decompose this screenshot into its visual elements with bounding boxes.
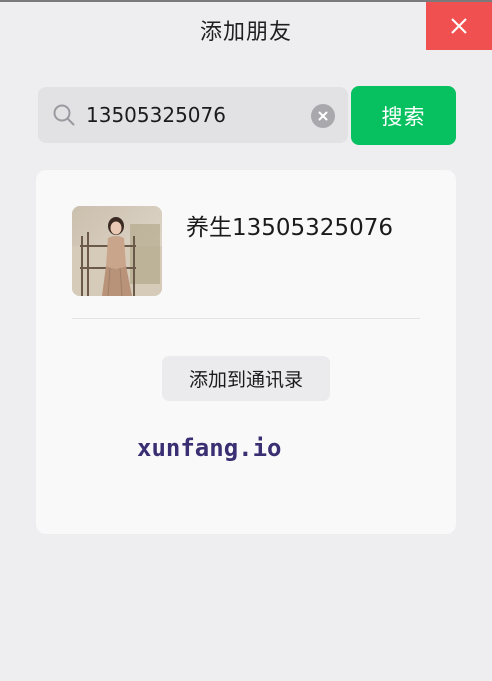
search-icon xyxy=(53,104,75,126)
watermark-text: xunfang.io xyxy=(137,434,282,462)
avatar-photo xyxy=(72,206,162,296)
contact-name: 养生13505325076 xyxy=(186,215,393,241)
clear-search-button[interactable] xyxy=(311,104,335,128)
add-friend-window: 添加朋友 搜索 xyxy=(0,0,492,681)
search-input[interactable] xyxy=(86,97,298,133)
window-title: 添加朋友 xyxy=(199,20,292,45)
clear-icon xyxy=(318,111,328,121)
add-to-contacts-button[interactable]: 添加到通讯录 xyxy=(162,356,330,401)
search-result-card: 养生13505325076 添加到通讯录 xunfang.io xyxy=(36,170,456,534)
contact-avatar[interactable] xyxy=(72,206,162,296)
search-box xyxy=(38,87,348,143)
close-icon xyxy=(451,18,467,34)
window-top-border xyxy=(0,0,492,2)
search-button[interactable]: 搜索 xyxy=(351,86,456,145)
close-button[interactable] xyxy=(426,2,492,50)
divider xyxy=(72,318,420,319)
